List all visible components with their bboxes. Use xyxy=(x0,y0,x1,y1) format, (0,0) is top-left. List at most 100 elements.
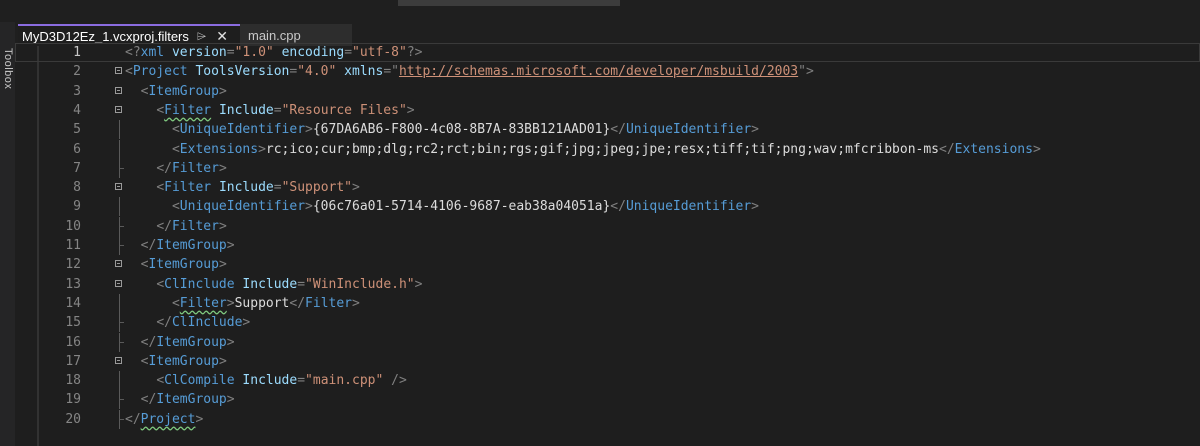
xml-punctuation: = xyxy=(226,45,235,60)
code-line[interactable]: 2 <Project ToolsVersion="4.0" xmlns="http… xyxy=(15,62,1200,81)
outline-guide xyxy=(119,197,120,217)
code-editor[interactable]: 1 <?xml version="1.0" encoding="utf-8"?> 2… xyxy=(15,43,1200,446)
code-text: <Project ToolsVersion="4.0" xmlns="http:… xyxy=(125,62,814,81)
xml-punctuation: < xyxy=(156,102,165,118)
code-line[interactable]: 4 <Filter Include="Resource Files"> xyxy=(15,101,1200,120)
xml-tag-name: Filter xyxy=(171,160,219,176)
xml-tag-name: Extensions xyxy=(954,141,1033,157)
xml-punctuation: < xyxy=(156,373,165,389)
code-line[interactable]: 18 <ClCompile Include="main.cpp" /> xyxy=(15,371,1200,391)
collapse-icon[interactable] xyxy=(115,260,122,268)
collapse-icon[interactable] xyxy=(115,356,122,364)
code-line[interactable]: 9 <UniqueIdentifier>{06c76a01-5714-4106-… xyxy=(15,197,1200,217)
xml-punctuation: < xyxy=(171,141,180,157)
xml-text xyxy=(125,122,172,137)
code-line[interactable]: 3 <ItemGroup> xyxy=(15,82,1200,101)
xml-attribute-name: Include xyxy=(218,102,274,118)
code-line[interactable]: 12 <ItemGroup> xyxy=(15,255,1200,274)
xml-attribute-value: "WinInclude.h" xyxy=(305,276,415,292)
xml-tag-name: ItemGroup xyxy=(156,238,227,253)
xml-text: {06c76a01-5714-4106-9687-eab38a04051a} xyxy=(312,199,611,215)
xml-tag-name: ClInclude xyxy=(164,276,235,292)
xml-punctuation: > xyxy=(226,295,235,311)
code-line[interactable]: 16 </ItemGroup> xyxy=(15,332,1200,352)
code-line[interactable]: 8 <Filter Include="Support"> xyxy=(15,178,1200,197)
outline-guide xyxy=(119,313,124,333)
xml-text xyxy=(211,180,219,195)
code-line[interactable]: 14 <Filter>Support</Filter> xyxy=(15,293,1200,313)
close-icon[interactable]: ✕ xyxy=(216,28,228,45)
xml-punctuation: </ xyxy=(140,334,157,350)
xml-punctuation: = xyxy=(297,276,306,292)
code-line[interactable]: 11 </ItemGroup> xyxy=(15,236,1200,255)
xml-punctuation: /> xyxy=(391,373,407,389)
code-text: </ItemGroup> xyxy=(125,236,235,255)
xml-attribute-value: "Support" xyxy=(281,180,353,196)
line-number: 15 xyxy=(65,315,81,331)
xml-punctuation: </ xyxy=(610,122,626,138)
code-line[interactable]: 13 <ClInclude Include="WinInclude.h"> xyxy=(15,275,1200,294)
xml-punctuation: > xyxy=(305,122,313,138)
collapse-icon[interactable] xyxy=(115,183,122,191)
toolbox-tab[interactable]: Toolbox xyxy=(2,48,14,89)
xml-punctuation: = xyxy=(273,180,282,196)
xml-punctuation: "> xyxy=(798,64,814,80)
code-line[interactable]: 1 <?xml version="1.0" encoding="utf-8"?> xyxy=(15,43,1200,62)
line-number: 20 xyxy=(65,411,81,427)
xml-punctuation: <? xyxy=(125,45,141,60)
xml-tag-name: ItemGroup xyxy=(148,83,219,99)
code-line[interactable]: 15 </ClInclude> xyxy=(15,313,1200,333)
xml-text xyxy=(125,161,156,176)
xml-attribute-name: ToolsVersion xyxy=(195,64,290,80)
xml-tag-name: Filter xyxy=(164,102,212,118)
code-line[interactable]: 10 </Filter> xyxy=(15,216,1200,236)
xml-punctuation: < xyxy=(171,122,180,138)
pin-icon[interactable]: ⌲ xyxy=(197,29,206,44)
code-text: </Project> xyxy=(125,410,203,429)
xml-punctuation: > xyxy=(352,180,360,196)
xml-tag-name: ClInclude xyxy=(171,315,243,331)
line-number: 3 xyxy=(73,83,81,99)
xml-attribute-name: Include xyxy=(242,373,298,389)
xml-punctuation: </ xyxy=(289,295,306,311)
outline-guide xyxy=(119,332,124,352)
code-line[interactable]: 20 </Project> xyxy=(15,409,1200,429)
code-text: <?xml version="1.0" encoding="utf-8"?> xyxy=(125,43,422,62)
toolbar-item[interactable] xyxy=(398,0,620,6)
xmlns-link[interactable]: http://schemas.microsoft.com/developer/m… xyxy=(399,64,798,79)
code-text: <ClCompile Include="main.cpp" /> xyxy=(125,371,407,390)
code-line[interactable]: 6 <Extensions>rc;ico;cur;bmp;dlg;rc2;rct… xyxy=(15,139,1200,159)
collapse-icon[interactable] xyxy=(115,67,122,75)
code-line[interactable]: 5 <UniqueIdentifier>{67DA6AB6-F800-4c08-… xyxy=(15,120,1200,140)
xml-text xyxy=(274,45,282,60)
code-line[interactable]: 7 </Filter> xyxy=(15,158,1200,178)
xml-attribute-name: Include xyxy=(218,180,274,196)
code-text: <ClInclude Include="WinInclude.h"> xyxy=(125,275,422,294)
xml-punctuation: < xyxy=(156,276,165,292)
xml-attribute-name: xmlns xyxy=(344,64,384,80)
code-text: </Filter> xyxy=(125,159,226,178)
xml-punctuation: < xyxy=(125,64,133,80)
xml-text xyxy=(125,142,172,157)
xml-tag-name: Project xyxy=(132,64,188,80)
xml-tag-name: Filter xyxy=(164,180,212,196)
xml-text: rc;ico;cur;bmp;dlg;rc2;rct;bin;rgs;gif;j… xyxy=(265,141,939,157)
xml-punctuation: > xyxy=(226,238,235,253)
collapse-icon[interactable] xyxy=(115,86,122,94)
xml-text xyxy=(125,199,172,214)
xml-tag-name: Project xyxy=(140,411,196,427)
collapse-icon[interactable] xyxy=(115,279,122,287)
xml-tag-name: ClCompile xyxy=(164,373,235,389)
collapse-icon[interactable] xyxy=(115,105,122,113)
xml-punctuation: < xyxy=(156,180,165,196)
xml-tag-name: ItemGroup xyxy=(156,392,227,408)
xml-punctuation: > xyxy=(218,353,227,369)
xml-punctuation: = xyxy=(297,373,306,389)
xml-attribute-value: "4.0" xyxy=(297,64,337,80)
code-line[interactable]: 17 <ItemGroup> xyxy=(15,352,1200,371)
xml-tag-name: UniqueIdentifier xyxy=(179,199,306,215)
xml-punctuation: </ xyxy=(125,411,141,427)
code-line[interactable]: 19 </ItemGroup> xyxy=(15,390,1200,410)
line-number: 12 xyxy=(65,257,81,273)
xml-text xyxy=(125,219,156,234)
